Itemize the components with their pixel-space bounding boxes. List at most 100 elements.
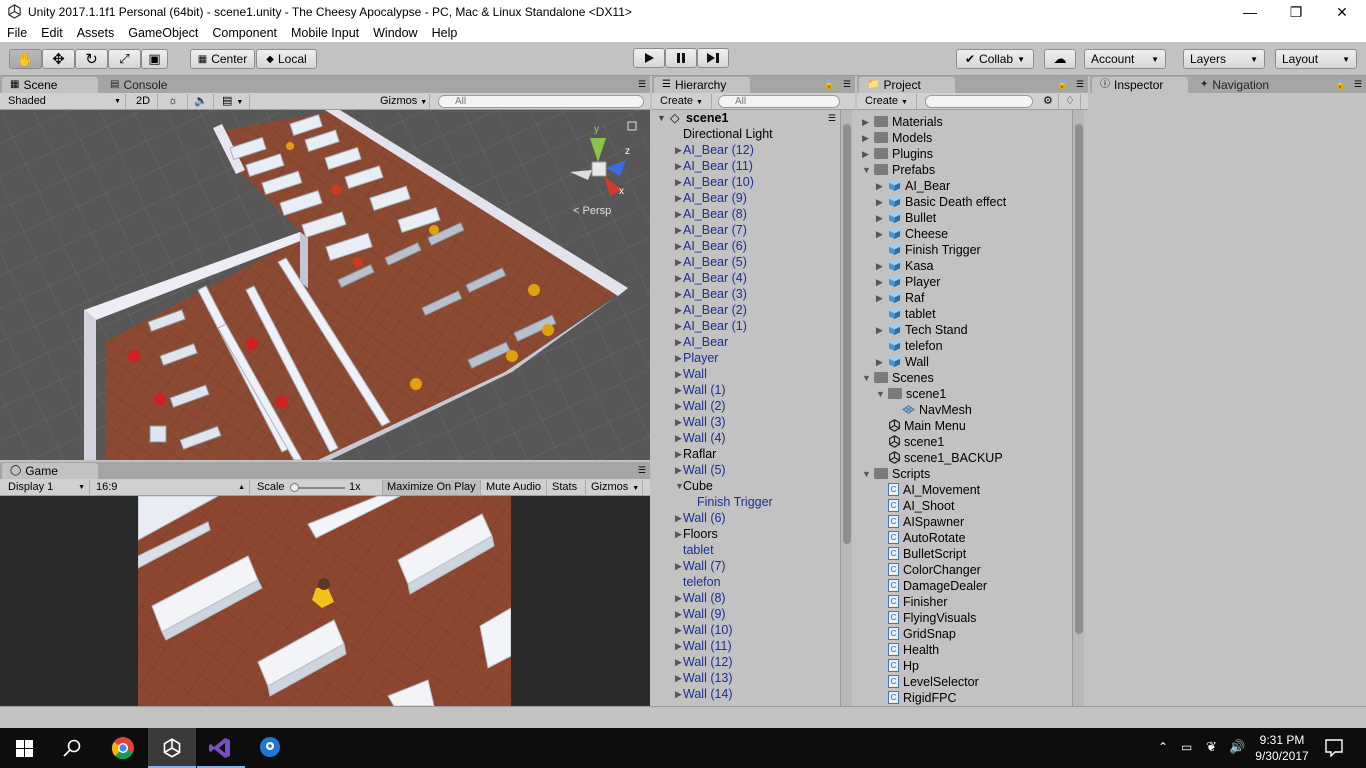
- panel-menu-icon[interactable]: ☰: [1354, 79, 1362, 90]
- wifi-icon[interactable]: ❦: [1206, 739, 1217, 755]
- account-dropdown[interactable]: Account ▼: [1084, 49, 1166, 69]
- expand-arrow-icon[interactable]: ▼: [862, 162, 872, 178]
- project-item[interactable]: Finish Trigger: [857, 242, 1071, 258]
- rect-tool-button[interactable]: ▣: [141, 49, 168, 69]
- tab-scene[interactable]: ▦ Scene: [2, 77, 98, 93]
- cloud-button[interactable]: ☁: [1044, 49, 1076, 69]
- rotate-tool-button[interactable]: ↻: [75, 49, 108, 69]
- scene-viewport[interactable]: y z x < Persp: [0, 110, 650, 460]
- project-item[interactable]: ▼ Prefabs: [857, 162, 1071, 178]
- expand-arrow-icon[interactable]: ▶: [876, 258, 886, 274]
- hierarchy-item[interactable]: ▶ AI_Bear (9): [652, 190, 838, 206]
- hierarchy-item[interactable]: ▶ AI_Bear (7): [652, 222, 838, 238]
- chrome-icon[interactable]: [111, 736, 135, 760]
- tab-hierarchy[interactable]: ☰ Hierarchy: [654, 77, 750, 93]
- layout-dropdown[interactable]: Layout ▼: [1275, 49, 1357, 69]
- layers-dropdown[interactable]: Layers ▼: [1183, 49, 1265, 69]
- project-item[interactable]: ▶ Tech Stand: [857, 322, 1071, 338]
- visual-studio-taskbar-item[interactable]: [197, 728, 245, 768]
- hierarchy-scrollbar[interactable]: [840, 110, 852, 706]
- hierarchy-item[interactable]: Directional Light: [652, 126, 838, 142]
- collab-dropdown[interactable]: ✔ Collab ▼: [956, 49, 1034, 69]
- project-item[interactable]: C LevelSelector: [857, 674, 1071, 690]
- game-viewport[interactable]: [0, 496, 650, 706]
- panel-menu-icon[interactable]: ☰: [843, 79, 851, 90]
- tab-game[interactable]: ◯ Game: [2, 463, 98, 479]
- scale-control[interactable]: Scale 1x: [253, 480, 379, 495]
- hierarchy-item[interactable]: ▶ Wall (14): [652, 686, 838, 702]
- hierarchy-search-input[interactable]: All: [718, 95, 840, 108]
- expand-arrow-icon[interactable]: ▶: [876, 274, 886, 290]
- hierarchy-scroll-thumb[interactable]: [843, 124, 851, 544]
- hierarchy-item[interactable]: ▶ Raflar: [652, 446, 838, 462]
- project-item[interactable]: ▼ scene1: [857, 386, 1071, 402]
- hierarchy-item[interactable]: ▶ Wall (7): [652, 558, 838, 574]
- hierarchy-item[interactable]: ▶ Wall (11): [652, 638, 838, 654]
- project-item[interactable]: ▶ Player: [857, 274, 1071, 290]
- project-item[interactable]: Main Menu: [857, 418, 1071, 434]
- search-icon[interactable]: [63, 739, 81, 757]
- hierarchy-item[interactable]: ▶ Wall: [652, 366, 838, 382]
- play-button[interactable]: [633, 48, 665, 68]
- game-gizmos-dropdown[interactable]: Gizmos ▼: [587, 480, 643, 495]
- expand-arrow-icon[interactable]: ▼: [862, 370, 872, 386]
- menu-file[interactable]: File: [0, 26, 34, 40]
- hierarchy-item[interactable]: ▶ Wall (4): [652, 430, 838, 446]
- show-hidden-icons-icon[interactable]: ⌃: [1158, 740, 1168, 754]
- panel-menu-icon[interactable]: ☰: [638, 465, 646, 476]
- project-item[interactable]: tablet: [857, 306, 1071, 322]
- expand-arrow-icon[interactable]: ▶: [876, 290, 886, 306]
- hierarchy-item[interactable]: ▶ Wall (6): [652, 510, 838, 526]
- close-button[interactable]: ✕: [1319, 0, 1365, 24]
- menu-gameobject[interactable]: GameObject: [121, 26, 205, 40]
- pivot-center-button[interactable]: ▦ Center: [190, 49, 255, 69]
- project-item[interactable]: ▶ Bullet: [857, 210, 1071, 226]
- clock[interactable]: 9:31 PM 9/30/2017: [1252, 732, 1312, 764]
- project-search-input[interactable]: [925, 95, 1033, 108]
- hierarchy-item[interactable]: ▶ AI_Bear (6): [652, 238, 838, 254]
- hierarchy-item[interactable]: ▶ Wall (9): [652, 606, 838, 622]
- project-item[interactable]: ▼ Scenes: [857, 370, 1071, 386]
- notification-center-icon[interactable]: [1325, 739, 1343, 757]
- project-item[interactable]: ▶ Wall: [857, 354, 1071, 370]
- scene-search-input[interactable]: All: [438, 95, 644, 108]
- hierarchy-item[interactable]: ▶ Wall (5): [652, 462, 838, 478]
- expand-arrow-icon[interactable]: ▼: [876, 386, 886, 402]
- tab-project[interactable]: 📁 Project: [859, 77, 955, 93]
- expand-arrow-icon[interactable]: ▶: [876, 210, 886, 226]
- project-item[interactable]: C Health: [857, 642, 1071, 658]
- unity-taskbar-item[interactable]: [148, 728, 196, 768]
- project-item[interactable]: ▶ Raf: [857, 290, 1071, 306]
- lock-icon[interactable]: 🔒: [1057, 79, 1068, 90]
- menu-help[interactable]: Help: [425, 26, 465, 40]
- hierarchy-item[interactable]: ▶ AI_Bear (8): [652, 206, 838, 222]
- volume-icon[interactable]: 🔊: [1229, 739, 1245, 755]
- project-item[interactable]: C Finisher: [857, 594, 1071, 610]
- expand-arrow-icon[interactable]: ▶: [862, 146, 872, 162]
- hierarchy-item[interactable]: ▶ AI_Bear (3): [652, 286, 838, 302]
- project-item[interactable]: ▶ AI_Bear: [857, 178, 1071, 194]
- hierarchy-item[interactable]: ▼ Cube: [652, 478, 838, 494]
- step-button[interactable]: [697, 48, 729, 68]
- audio-toggle[interactable]: 🔈: [190, 94, 214, 109]
- hierarchy-item[interactable]: ▶ Player: [652, 350, 838, 366]
- expand-arrow-icon[interactable]: ▶: [876, 354, 886, 370]
- hierarchy-item[interactable]: ▶ Wall (1): [652, 382, 838, 398]
- project-item[interactable]: ▶ Materials: [857, 114, 1071, 130]
- project-item[interactable]: telefon: [857, 338, 1071, 354]
- expand-arrow-icon[interactable]: ▼: [862, 466, 872, 482]
- expand-arrow-icon[interactable]: ▼: [657, 110, 666, 126]
- hierarchy-item[interactable]: ▶ Wall (3): [652, 414, 838, 430]
- project-item[interactable]: C DamageDealer: [857, 578, 1071, 594]
- hierarchy-item[interactable]: ▶ AI_Bear: [652, 334, 838, 350]
- menu-mobile-input[interactable]: Mobile Input: [284, 26, 366, 40]
- aspect-dropdown[interactable]: 16:9 ▲: [92, 480, 250, 495]
- scale-slider-handle[interactable]: [290, 483, 299, 492]
- pause-button[interactable]: [665, 48, 697, 68]
- menu-component[interactable]: Component: [205, 26, 284, 40]
- project-item[interactable]: C RigidFPC: [857, 690, 1071, 706]
- hierarchy-item[interactable]: Finish Trigger: [652, 494, 838, 510]
- hierarchy-create-dropdown[interactable]: Create ▼: [656, 94, 712, 109]
- hierarchy-item[interactable]: tablet: [652, 542, 838, 558]
- shading-mode-dropdown[interactable]: Shaded ▼: [4, 94, 126, 109]
